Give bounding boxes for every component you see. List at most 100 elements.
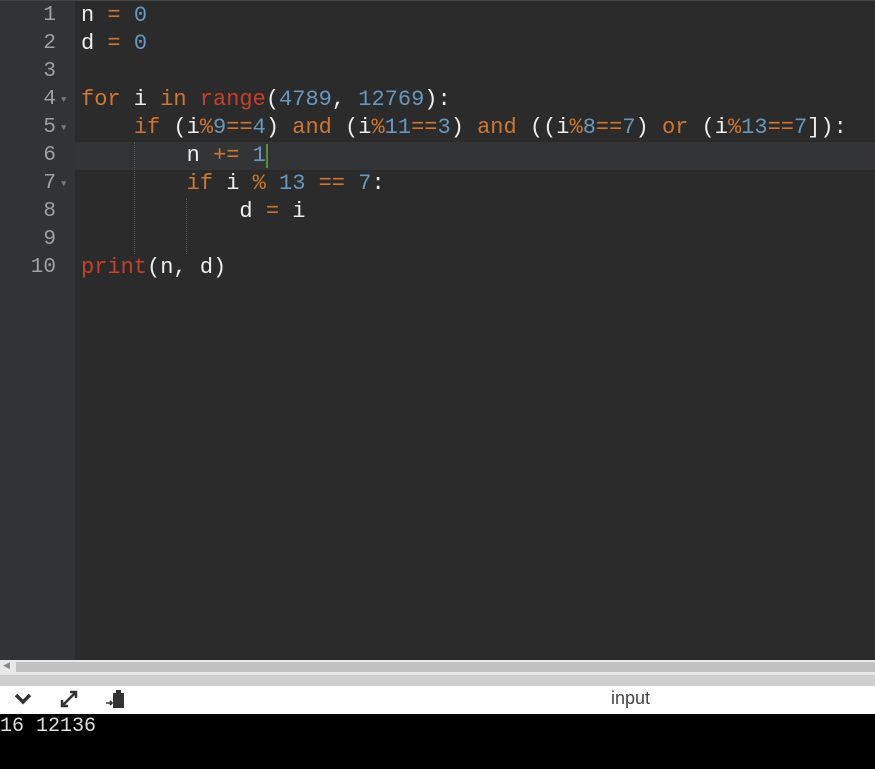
code-token: ) — [450, 115, 478, 140]
code-token: == — [767, 115, 794, 140]
code-token: = — [265, 199, 280, 224]
code-token: 4 — [252, 115, 266, 140]
expand-icon[interactable] — [56, 688, 82, 712]
code-token: % — [371, 115, 385, 140]
code-token: ]): — [807, 115, 847, 140]
code-token: in — [160, 87, 187, 112]
panel-divider[interactable] — [0, 675, 875, 686]
code-token: (i — [160, 115, 200, 140]
code-token: n — [81, 3, 108, 28]
horizontal-scrollbar[interactable]: ◀ — [0, 660, 875, 675]
code-token: 11 — [384, 115, 412, 140]
code-token: for — [81, 87, 121, 112]
code-token: if — [186, 171, 214, 196]
code-line[interactable]: print(n, d) — [81, 254, 226, 282]
code-token: i — [213, 171, 253, 196]
code-token: 13 — [741, 115, 768, 140]
fold-toggle-icon[interactable]: ▼ — [61, 86, 66, 114]
chevron-down-icon[interactable] — [10, 688, 36, 712]
code-token: % — [199, 115, 214, 140]
code-token: d — [81, 199, 266, 224]
code-token: 12769 — [358, 87, 425, 112]
code-token: 13 — [279, 171, 306, 196]
paste-icon[interactable] — [102, 688, 128, 712]
line-number-gutter: 1 2 3 4 ▼ 5 ▼ 6 7 ▼ 8 9 10 — [0, 1, 75, 661]
code-token: = — [107, 3, 121, 28]
input-label[interactable]: input — [611, 686, 650, 710]
line-number: 10 — [30, 256, 56, 279]
code-token: n — [81, 143, 214, 168]
code-token: d — [81, 31, 108, 56]
code-token: % — [727, 115, 742, 140]
code-token: (i — [331, 115, 372, 140]
code-token: and — [477, 115, 517, 140]
code-token: = — [107, 31, 121, 56]
code-token: i — [120, 87, 161, 112]
code-token: 4789 — [279, 87, 332, 112]
code-token: : — [371, 171, 385, 196]
code-token: (i — [688, 115, 728, 140]
code-token: , — [331, 87, 359, 112]
code-token: += — [213, 143, 240, 168]
code-token: 0 — [133, 3, 148, 28]
code-line[interactable]: d = i — [81, 198, 305, 226]
fold-toggle-icon[interactable]: ▼ — [61, 114, 66, 142]
code-token: == — [318, 171, 346, 196]
code-token: and — [292, 115, 332, 140]
code-line[interactable]: n = 0 — [81, 2, 147, 30]
line-number: 2 — [43, 32, 56, 55]
code-token: 7 — [793, 115, 808, 140]
code-token: ((i — [516, 115, 570, 140]
line-number: 3 — [43, 60, 56, 83]
text-cursor — [266, 144, 268, 168]
fold-toggle-icon[interactable]: ▼ — [61, 170, 66, 198]
scroll-left-icon[interactable]: ◀ — [3, 661, 10, 671]
scrollbar-thumb[interactable] — [16, 662, 875, 672]
code-token: 0 — [133, 31, 148, 56]
line-number: 5 — [43, 116, 56, 139]
code-token: 7 — [622, 115, 636, 140]
code-token: 9 — [213, 115, 227, 140]
console-toolbar: input — [0, 686, 875, 714]
line-number: 1 — [43, 4, 56, 27]
code-token: == — [411, 115, 438, 140]
code-token: 7 — [358, 171, 372, 196]
code-line[interactable]: for i in range(4789, 12769): — [81, 86, 451, 114]
line-number: 7 — [43, 172, 56, 195]
code-editor[interactable]: 1 2 3 4 ▼ 5 ▼ 6 7 ▼ 8 9 10 n = 0d = 0 for i in range(… — [0, 0, 875, 661]
code-token: % — [569, 115, 583, 140]
code-line[interactable]: if i % 13 == 7: — [81, 170, 385, 198]
code-token: 3 — [437, 115, 451, 140]
code-token: 1 — [252, 143, 266, 168]
line-number: 4 — [43, 88, 56, 111]
code-token: i — [279, 199, 306, 224]
code-line[interactable]: n += 1 — [81, 142, 266, 170]
code-token: ): — [424, 87, 451, 112]
line-number: 6 — [43, 144, 56, 167]
code-token: ( — [265, 87, 280, 112]
code-token: range — [199, 87, 266, 112]
code-token: print — [81, 255, 148, 280]
line-number: 8 — [43, 200, 56, 223]
console-output: 16 12136 — [0, 714, 875, 769]
indent-guide — [186, 198, 187, 254]
code-token: ) — [635, 115, 662, 140]
code-token: if — [133, 115, 161, 140]
code-token: 8 — [582, 115, 596, 140]
code-token: == — [226, 115, 253, 140]
code-token: % — [252, 171, 266, 196]
code-line[interactable]: if (i%9==4) and (i%11==3) and ((i%8==7) … — [81, 114, 847, 142]
code-token: or — [661, 115, 689, 140]
code-token: ) — [265, 115, 293, 140]
code-token: == — [595, 115, 623, 140]
code-line[interactable]: d = 0 — [81, 30, 147, 58]
indent-guide — [134, 142, 135, 254]
